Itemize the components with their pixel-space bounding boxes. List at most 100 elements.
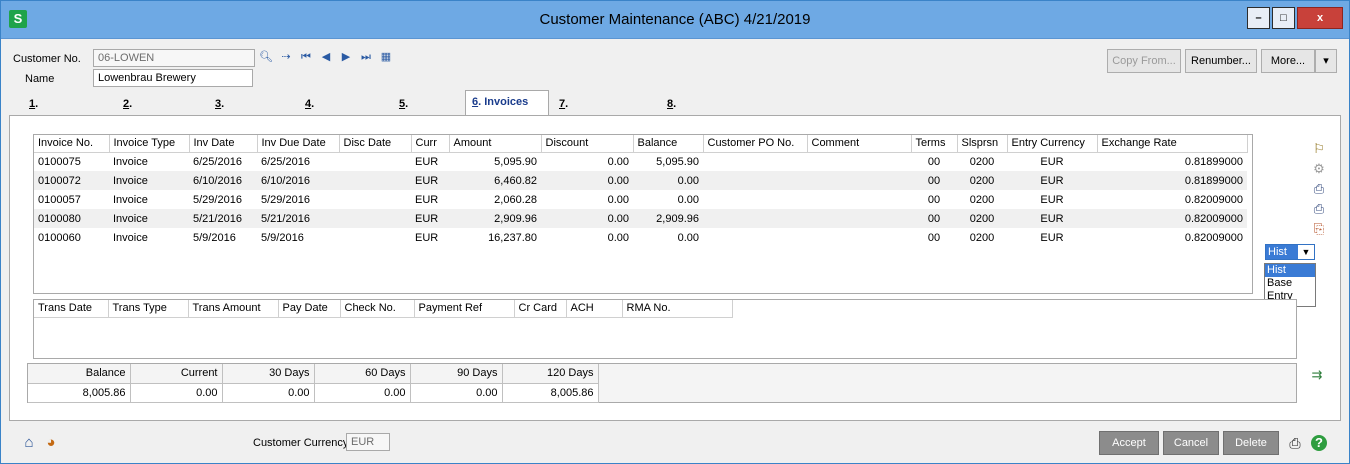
col-entry-currency[interactable]: Entry Currency [1007, 135, 1098, 153]
printer-icon[interactable]: ⎙ [1311, 181, 1327, 197]
cell-discount: 0.00 [541, 171, 633, 190]
col-trans-date[interactable]: Trans Date [34, 300, 109, 318]
graduation-cap-icon[interactable]: ⌂ [21, 435, 37, 451]
col-invoice-no[interactable]: Invoice No. [34, 135, 110, 153]
col-inv-due-date[interactable]: Inv Due Date [257, 135, 340, 153]
aging-balance-value: 8,005.86 [28, 383, 131, 403]
table-row[interactable]: 0100057 Invoice 5/29/2016 5/29/2016 EUR … [34, 190, 1247, 209]
tab-sos[interactable]: 8. S/Os [661, 93, 698, 132]
tab-statistics[interactable]: 3. Statistics [209, 93, 270, 132]
cell-exchange-rate: 0.82009000 [1097, 209, 1247, 228]
binoculars-icon[interactable]: ⚐ [1311, 141, 1327, 157]
option-base[interactable]: Base [1265, 277, 1315, 290]
cell-curr: EUR [415, 231, 439, 244]
tab-invoices[interactable]: 6. Invoices [465, 90, 549, 115]
lookup-icon[interactable]: 🔍︎ [259, 50, 273, 64]
refresh-aging-icon[interactable]: ⇉ [1309, 367, 1325, 383]
invoices-grid: Invoice No. Invoice Type Inv Date Inv Du… [33, 134, 1253, 294]
customer-currency-field[interactable]: EUR [346, 433, 390, 451]
accept-button[interactable]: Accept [1099, 431, 1159, 455]
cell-entry-currency: EUR [1007, 209, 1097, 228]
print-icon[interactable]: ⎙ [1287, 435, 1303, 451]
cell-inv-date: 6/25/2016 [193, 155, 242, 168]
col-check-no[interactable]: Check No. [340, 300, 415, 318]
col-inv-date[interactable]: Inv Date [189, 135, 258, 153]
col-balance[interactable]: Balance [633, 135, 704, 153]
table-row[interactable]: 0100080 Invoice 5/21/2016 5/21/2016 EUR … [34, 209, 1247, 228]
col-curr[interactable]: Curr [411, 135, 450, 153]
cell-inv-date: 5/9/2016 [193, 231, 236, 244]
col-discount[interactable]: Discount [541, 135, 634, 153]
tab-summary[interactable]: 4. Summary [299, 93, 361, 132]
tab-main[interactable]: 1. Main [23, 93, 60, 132]
name-field[interactable]: Lowenbrau Brewery [93, 69, 253, 87]
previous-record-icon[interactable]: ◀ [319, 50, 333, 64]
color-wheel-icon[interactable]: ◕ [43, 435, 59, 451]
col-trans-amount[interactable]: Trans Amount [188, 300, 279, 318]
first-record-icon[interactable]: ⏮︎ [299, 50, 313, 64]
cell-discount: 0.00 [607, 155, 629, 168]
col-disc-date[interactable]: Disc Date [339, 135, 412, 153]
transactions-grid: Trans Date Trans Type Trans Amount Pay D… [33, 299, 1297, 359]
cell-discount: 0.00 [541, 209, 633, 228]
aging-header-row: Balance Current 30 Days 60 Days 90 Days … [28, 364, 599, 384]
aging-current-value: 0.00 [130, 383, 223, 403]
tab-transactions[interactable]: 7. Transactions [553, 93, 633, 132]
cell-slsprsn: 0200 [969, 231, 995, 244]
option-hist[interactable]: Hist [1265, 264, 1315, 277]
help-icon[interactable]: ? [1311, 435, 1327, 451]
col-payment-ref[interactable]: Payment Ref [414, 300, 515, 318]
customer-no-field[interactable]: 06-LOWEN [93, 49, 255, 67]
aging-90-label: 90 Days [410, 364, 503, 384]
col-ach[interactable]: ACH [566, 300, 623, 318]
cell-terms: 00 [927, 155, 941, 168]
col-pay-date[interactable]: Pay Date [278, 300, 341, 318]
close-button[interactable]: x [1297, 7, 1343, 29]
document-icon[interactable]: ⎘ [1311, 221, 1327, 237]
table-row[interactable]: 0100072 Invoice 6/10/2016 6/10/2016 EUR … [34, 171, 1247, 190]
aging-30-label: 30 Days [222, 364, 315, 384]
more-dropdown-arrow[interactable]: ▾ [1315, 49, 1337, 73]
drill-down-icon[interactable]: ⚙ [1311, 161, 1327, 177]
col-customer-po[interactable]: Customer PO No. [703, 135, 808, 153]
col-comment[interactable]: Comment [807, 135, 912, 153]
minimize-button[interactable]: – [1247, 7, 1270, 29]
chevron-down-icon[interactable]: ▼ [1298, 245, 1314, 259]
col-rma-no[interactable]: RMA No. [622, 300, 733, 318]
copy-from-button[interactable]: Copy From... [1107, 49, 1181, 73]
copy-record-icon[interactable]: ⇢ [279, 50, 293, 64]
cancel-button[interactable]: Cancel [1163, 431, 1219, 455]
col-invoice-type[interactable]: Invoice Type [109, 135, 190, 153]
tab-additional[interactable]: 2. Additional [117, 93, 183, 132]
col-slsprsn[interactable]: Slsprsn [957, 135, 1008, 153]
table-row[interactable]: 0100075 Invoice 6/25/2016 6/25/2016 EUR … [34, 152, 1247, 171]
cell-entry-currency: EUR [1007, 171, 1097, 190]
preview-icon[interactable]: ⎙ [1311, 201, 1327, 217]
cell-invoice-no: 0100057 [38, 193, 81, 206]
aging-balance-label: Balance [28, 364, 131, 384]
maximize-button[interactable]: □ [1272, 7, 1295, 29]
cell-entry-currency: EUR [1040, 231, 1064, 244]
tab-history[interactable]: 5. History [393, 93, 443, 132]
col-terms[interactable]: Terms [911, 135, 958, 153]
cell-comment [807, 228, 911, 247]
delete-button[interactable]: Delete [1223, 431, 1279, 455]
renumber-button[interactable]: Renumber... [1185, 49, 1257, 73]
more-button[interactable]: More... [1261, 49, 1315, 73]
col-cr-card[interactable]: Cr Card [514, 300, 567, 318]
cell-inv-due-date: 5/9/2016 [261, 231, 304, 244]
customer-currency-label: Customer Currency [253, 437, 349, 449]
cell-inv-date: 6/10/2016 [189, 171, 257, 190]
calendar-icon[interactable]: ▦ [379, 50, 393, 64]
last-record-icon[interactable]: ⏭︎ [359, 50, 373, 64]
table-row[interactable]: 0100060 Invoice 5/9/2016 5/9/2016 EUR 16… [34, 228, 1247, 247]
cell-inv-due-date: 6/25/2016 [261, 155, 310, 168]
col-exchange-rate[interactable]: Exchange Rate [1097, 135, 1248, 153]
cell-customer-po [703, 228, 807, 247]
next-record-icon[interactable]: ▶ [339, 50, 353, 64]
col-amount[interactable]: Amount [449, 135, 542, 153]
cell-slsprsn: 0200 [957, 209, 1007, 228]
customer-no-label: Customer No. [13, 53, 81, 65]
name-label: Name [25, 73, 55, 85]
col-trans-type[interactable]: Trans Type [108, 300, 189, 318]
